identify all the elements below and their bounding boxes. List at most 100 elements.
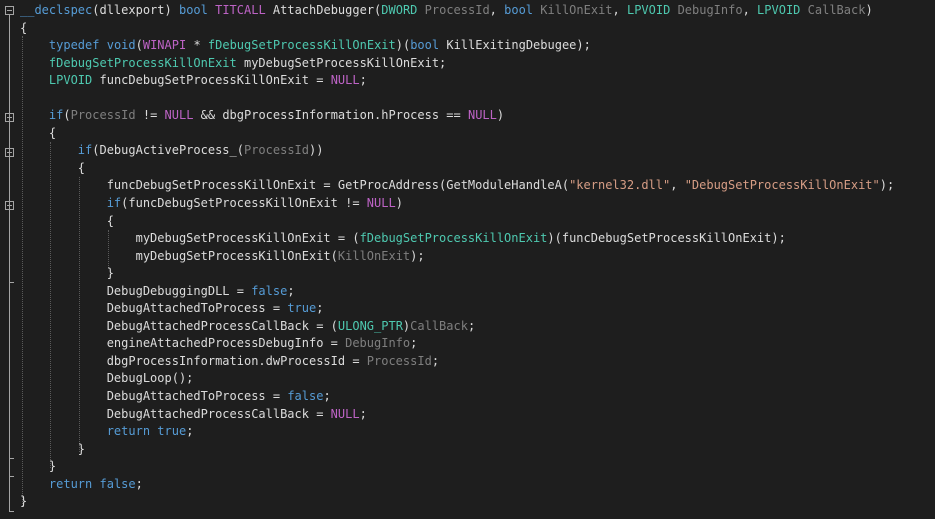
code-line[interactable]: DebugLoop(); xyxy=(20,370,894,388)
code-token: "DebugSetProcessKillOnExit" xyxy=(684,178,880,193)
fold-gutter xyxy=(0,0,18,519)
code-token: WINAPI xyxy=(142,38,187,53)
code-token: KillOnExit xyxy=(540,3,613,17)
code-token: , xyxy=(670,178,685,193)
code-token: __declspec xyxy=(20,3,93,17)
code-line[interactable]: myDebugSetProcessKillOnExit(KillOnExit); xyxy=(20,248,894,266)
code-line[interactable]: LPVOID funcDebugSetProcessKillOnExit = N… xyxy=(20,72,894,90)
code-token: false xyxy=(99,476,136,491)
code-line[interactable]: DebugAttachedToProcess = true; xyxy=(20,300,894,318)
code-line[interactable]: if(ProcessId != NULL && dbgProcessInform… xyxy=(20,107,894,125)
code-token: false xyxy=(287,389,324,404)
code-line[interactable]: } xyxy=(20,265,894,283)
code-token: , xyxy=(612,3,627,17)
collapse-minus-icon[interactable] xyxy=(5,6,14,15)
fold-end-marker xyxy=(9,458,14,459)
code-token: KillOnExit xyxy=(337,248,411,263)
code-token: DebugInfo xyxy=(345,336,411,351)
code-token: LPVOID xyxy=(626,3,671,17)
code-token: dbgProcessInformation.dwProcessId = xyxy=(20,353,367,368)
code-token: typedef xyxy=(48,38,100,53)
fold-line xyxy=(9,15,10,511)
code-token: engineAttachedProcessDebugInfo = xyxy=(20,336,346,351)
code-token: { xyxy=(20,160,86,175)
code-line[interactable]: funcDebugSetProcessKillOnExit = GetProcA… xyxy=(20,177,895,195)
code-token: ) xyxy=(496,108,505,123)
code-line[interactable]: return true; xyxy=(20,423,894,441)
code-token: ProcessId xyxy=(424,3,490,17)
code-token: bool xyxy=(410,38,440,53)
code-token: } xyxy=(20,494,28,509)
code-token: void xyxy=(106,38,136,53)
code-token: } xyxy=(20,459,57,474)
code-line[interactable]: dbgProcessInformation.dwProcessId = Proc… xyxy=(20,353,894,371)
code-token: ; xyxy=(359,73,367,88)
code-token: ( xyxy=(135,38,143,53)
code-line[interactable]: engineAttachedProcessDebugInfo = DebugIn… xyxy=(20,335,894,353)
code-line[interactable]: __declspec(dllexport) bool TITCALL Attac… xyxy=(20,2,894,20)
code-token: } xyxy=(20,266,114,281)
code-line[interactable]: myDebugSetProcessKillOnExit = (fDebugSet… xyxy=(20,230,894,248)
code-token: } xyxy=(20,441,86,456)
fold-end-marker xyxy=(9,511,14,512)
code-token: KillExitingDebugee xyxy=(446,38,577,53)
code-line[interactable] xyxy=(20,90,894,108)
code-token: (DebugActiveProcess_( xyxy=(92,143,244,158)
code-token: LPVOID xyxy=(48,73,93,88)
code-token: dllexport xyxy=(99,3,165,17)
code-token: LPVOID xyxy=(757,3,801,17)
code-token: NULL xyxy=(330,406,360,421)
fold-end-marker xyxy=(9,282,14,283)
code-token: false xyxy=(251,283,288,298)
code-token: true xyxy=(287,301,317,316)
code-token: NULL xyxy=(366,196,396,211)
code-token: (funcDebugSetProcessKillOnExit != xyxy=(121,196,367,211)
code-line[interactable]: return false; xyxy=(20,476,894,494)
code-token: ); xyxy=(576,38,591,53)
code-token: DebugAttachedProcessCallBack = xyxy=(20,406,331,421)
code-line[interactable]: { xyxy=(20,160,894,178)
code-token: DebugInfo xyxy=(677,3,743,17)
code-line[interactable]: DebugAttachedProcessCallBack = NULL; xyxy=(20,406,894,424)
code-line[interactable]: } xyxy=(20,441,894,459)
code-token: ProcessId xyxy=(366,353,432,368)
code-token: * xyxy=(186,38,208,53)
code-token: NULL xyxy=(164,108,194,123)
code-token: ; xyxy=(186,424,194,439)
code-token: funcDebugSetProcessKillOnExit = GetProcA… xyxy=(20,178,570,193)
code-token: "kernel32.dll" xyxy=(569,178,671,193)
code-token: , xyxy=(742,3,758,17)
code-line[interactable]: { xyxy=(20,213,894,231)
code-line[interactable]: { xyxy=(20,20,894,38)
code-text[interactable]: __declspec (dllexport) bool TITCALL Attac… xyxy=(20,2,894,511)
code-line[interactable]: DebugDebuggingDLL = false; xyxy=(20,283,894,301)
code-line[interactable]: if(DebugActiveProcess_(ProcessId)) xyxy=(20,142,894,160)
code-line[interactable]: } xyxy=(20,493,894,511)
code-line[interactable]: DebugAttachedProcessCallBack = (ULONG_PT… xyxy=(20,318,894,336)
code-token: if xyxy=(48,108,64,123)
code-line[interactable]: typedef void(WINAPI * fDebugSetProcessKi… xyxy=(20,37,894,55)
code-token: , xyxy=(489,3,505,17)
code-token: DebugAttachedProcessCallBack = ( xyxy=(20,318,338,333)
code-line[interactable]: DebugAttachedToProcess = false; xyxy=(20,388,894,406)
code-line[interactable]: { xyxy=(20,125,894,143)
code-token: ; xyxy=(323,389,331,404)
code-editor[interactable]: __declspec (dllexport) bool TITCALL Attac… xyxy=(0,0,935,519)
code-token: myDebugSetProcessKillOnExit( xyxy=(20,248,338,263)
code-line[interactable]: if(funcDebugSetProcessKillOnExit != NULL… xyxy=(20,195,894,213)
code-token: DWORD xyxy=(381,3,418,17)
code-line[interactable]: fDebugSetProcessKillOnExit myDebugSetPro… xyxy=(20,55,894,73)
code-token: ; xyxy=(316,301,324,316)
code-token: CallBack xyxy=(807,3,866,17)
code-token: ; xyxy=(467,318,476,333)
code-line[interactable]: } xyxy=(20,458,894,476)
